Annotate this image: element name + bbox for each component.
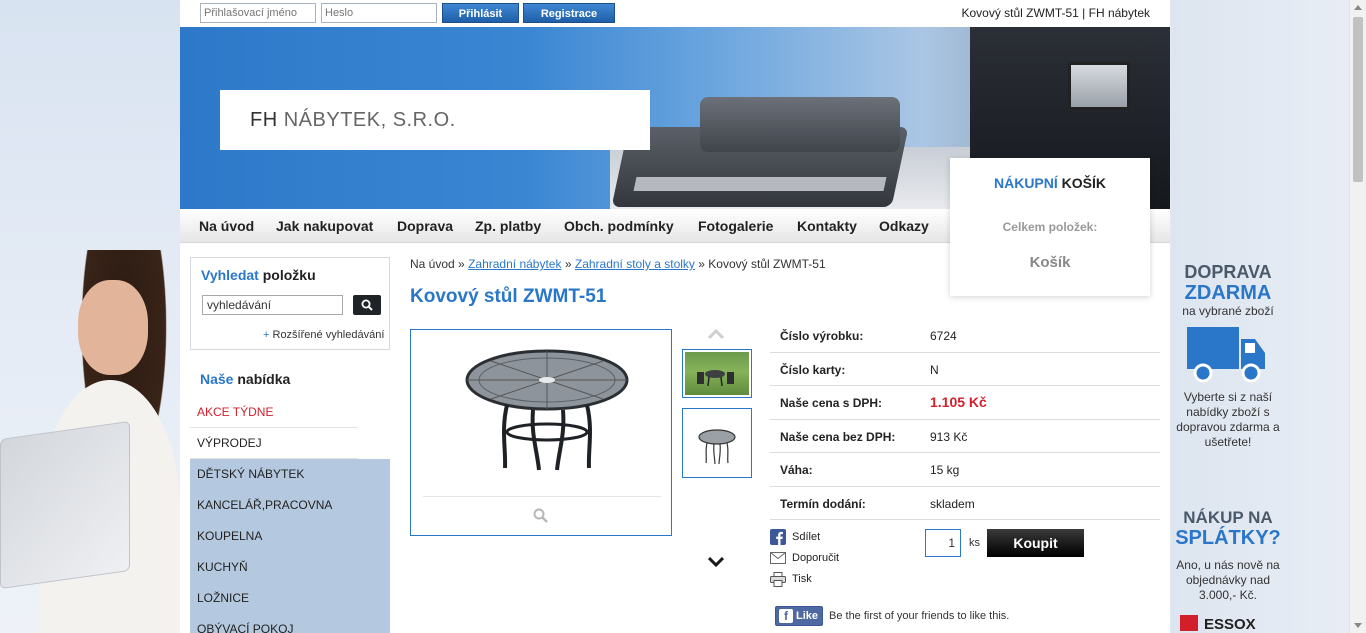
password-input[interactable] bbox=[321, 3, 437, 23]
page-scrollbar[interactable] bbox=[1349, 0, 1366, 633]
nav-terms[interactable]: Obch. podmínky bbox=[564, 218, 674, 234]
menu-item-loznice[interactable]: LOŽNICE bbox=[190, 583, 390, 614]
buy-button[interactable]: Koupit bbox=[987, 529, 1084, 557]
menu-item-akce-tydne[interactable]: AKCE TÝDNE bbox=[190, 397, 358, 428]
thumbnail-down-icon[interactable] bbox=[708, 557, 724, 567]
installments-heading: NÁKUP NA SPLÁTKY? bbox=[1175, 508, 1281, 549]
banner-tv bbox=[1068, 62, 1130, 110]
menu-heading: Naše nabídka bbox=[200, 371, 291, 387]
zoom-icon[interactable] bbox=[533, 508, 549, 524]
menu-item-koupelna[interactable]: KOUPELNA bbox=[190, 521, 390, 552]
truck-icon bbox=[1187, 327, 1265, 383]
nav-home[interactable]: Na úvod bbox=[199, 218, 254, 234]
search-button[interactable] bbox=[353, 295, 381, 315]
free-shipping-text: Vyberte si z naší nabídky zboží s doprav… bbox=[1176, 390, 1280, 449]
nav-payment[interactable]: Zp. platby bbox=[475, 218, 541, 234]
banner-sofa-back bbox=[700, 97, 900, 152]
menu-item-vyprodej[interactable]: VÝPRODEJ bbox=[190, 428, 358, 459]
share-facebook[interactable]: Sdílet bbox=[770, 529, 890, 550]
image-separator bbox=[423, 496, 661, 497]
sidebar: Vyhledat položku + Rozšířené vyhledávání… bbox=[190, 257, 390, 633]
nav-shipping[interactable]: Doprava bbox=[397, 218, 453, 234]
search-input[interactable] bbox=[202, 295, 343, 315]
site-title-link[interactable]: Kovový stůl ZWMT-51 | FH nábytek bbox=[961, 6, 1150, 20]
scroll-up-icon[interactable] bbox=[1354, 5, 1362, 10]
advanced-search-link[interactable]: + Rozšířené vyhledávání bbox=[263, 329, 384, 341]
facebook-f-icon: f bbox=[779, 609, 793, 623]
spec-row: Naše cena bez DPH: 913 Kč bbox=[770, 420, 1160, 453]
unit-label: ks bbox=[969, 537, 980, 549]
breadcrumb: Na úvod » Zahradní nábytek » Zahradní st… bbox=[410, 257, 826, 271]
breadcrumb-current: Kovový stůl ZWMT-51 bbox=[708, 257, 826, 271]
spec-row: Váha: 15 kg bbox=[770, 453, 1160, 487]
right-promo[interactable]: DOPRAVA ZDARMA na vybrané zboží Vyberte … bbox=[1170, 0, 1350, 633]
spec-row-price: Naše cena s DPH: 1.105 Kč bbox=[770, 386, 1160, 420]
left-promo-image bbox=[0, 0, 180, 633]
breadcrumb-garden-tables[interactable]: Zahradní stoly a stolky bbox=[575, 257, 695, 271]
category-menu: AKCE TÝDNE VÝPRODEJ DĚTSKÝ NÁBYTEK KANCE… bbox=[190, 397, 390, 633]
banner-sofa-stripe bbox=[633, 177, 887, 191]
search-box: Vyhledat položku + Rozšířené vyhledávání bbox=[190, 257, 390, 350]
nav-gallery[interactable]: Fotogalerie bbox=[698, 218, 773, 234]
spec-row: Číslo výrobku: 6724 bbox=[770, 319, 1160, 353]
username-input[interactable] bbox=[200, 3, 316, 23]
page: Přihlásit Registrace Kovový stůl ZWMT-51… bbox=[180, 0, 1170, 633]
search-icon bbox=[361, 299, 373, 311]
login-bar: Přihlásit Registrace Kovový stůl ZWMT-51… bbox=[180, 0, 1170, 27]
thumbnail-garden[interactable] bbox=[682, 349, 752, 398]
menu-item-kuchyn[interactable]: KUCHYŇ bbox=[190, 552, 390, 583]
promo-face bbox=[78, 280, 148, 375]
spec-row: Termín dodání: skladem bbox=[770, 487, 1160, 520]
breadcrumb-home[interactable]: Na úvod bbox=[410, 257, 455, 271]
register-button[interactable]: Registrace bbox=[523, 3, 615, 23]
promo-laptop bbox=[0, 420, 130, 590]
thumbnail-up-icon[interactable] bbox=[708, 329, 724, 339]
scroll-thumb[interactable] bbox=[1353, 17, 1363, 182]
product-content: Na úvod » Zahradní nábytek » Zahradní st… bbox=[410, 257, 1160, 626]
share-links: Sdílet Doporučit Tisk bbox=[770, 529, 890, 592]
installments-text: Ano, u nás nově na objednávky nad 3.000,… bbox=[1176, 558, 1280, 602]
recommend-link[interactable]: Doporučit bbox=[770, 550, 890, 571]
essox-logo: ESSOX bbox=[1180, 615, 1275, 633]
nav-links[interactable]: Odkazy bbox=[879, 218, 929, 234]
product-specs: Číslo výrobku: 6724 Číslo karty: N Naše ce… bbox=[770, 319, 1160, 520]
product-title: Kovový stůl ZWMT-51 bbox=[410, 286, 607, 307]
login-button[interactable]: Přihlásit bbox=[442, 3, 519, 23]
envelope-icon bbox=[770, 552, 786, 564]
menu-item-kancelar[interactable]: KANCELÁŘ,PRACOVNA bbox=[190, 490, 390, 521]
print-link[interactable]: Tisk bbox=[770, 571, 890, 592]
menu-item-detsky-nabytek[interactable]: DĚTSKÝ NÁBYTEK bbox=[190, 459, 390, 490]
printer-icon bbox=[770, 572, 786, 587]
breadcrumb-garden-furniture[interactable]: Zahradní nábytek bbox=[468, 257, 561, 271]
nav-contacts[interactable]: Kontakty bbox=[797, 218, 857, 234]
thumbnail-table[interactable] bbox=[682, 408, 752, 478]
facebook-like-text: Be the first of your friends to like thi… bbox=[829, 610, 1010, 622]
table-image bbox=[465, 349, 629, 471]
spec-row: Číslo karty: N bbox=[770, 353, 1160, 386]
garden-table-thumb bbox=[697, 370, 734, 387]
table-thumb bbox=[698, 429, 736, 465]
product-main-image[interactable] bbox=[410, 329, 672, 536]
cart-title: NÁKUPNÍ KOŠÍK bbox=[993, 175, 1106, 191]
nav-how-to-buy[interactable]: Jak nakupovat bbox=[276, 218, 373, 234]
free-shipping-heading: DOPRAVA ZDARMA na vybrané zboží bbox=[1182, 262, 1274, 318]
site-logo[interactable]: FH NÁBYTEK, S.R.O. bbox=[250, 109, 456, 132]
menu-item-obyvaci-pokoj[interactable]: OBÝVACÍ POKOJ bbox=[190, 614, 390, 633]
scroll-down-icon[interactable] bbox=[1354, 623, 1362, 628]
search-heading: Vyhledat položku bbox=[201, 267, 316, 283]
cart-item-count: Celkem položek: bbox=[1002, 220, 1098, 234]
quantity-input[interactable]: 1 bbox=[925, 529, 961, 557]
facebook-like-button[interactable]: f Like bbox=[775, 606, 823, 626]
facebook-like: f Like Be the first of your friends to li… bbox=[775, 606, 1075, 626]
facebook-icon bbox=[770, 529, 786, 545]
